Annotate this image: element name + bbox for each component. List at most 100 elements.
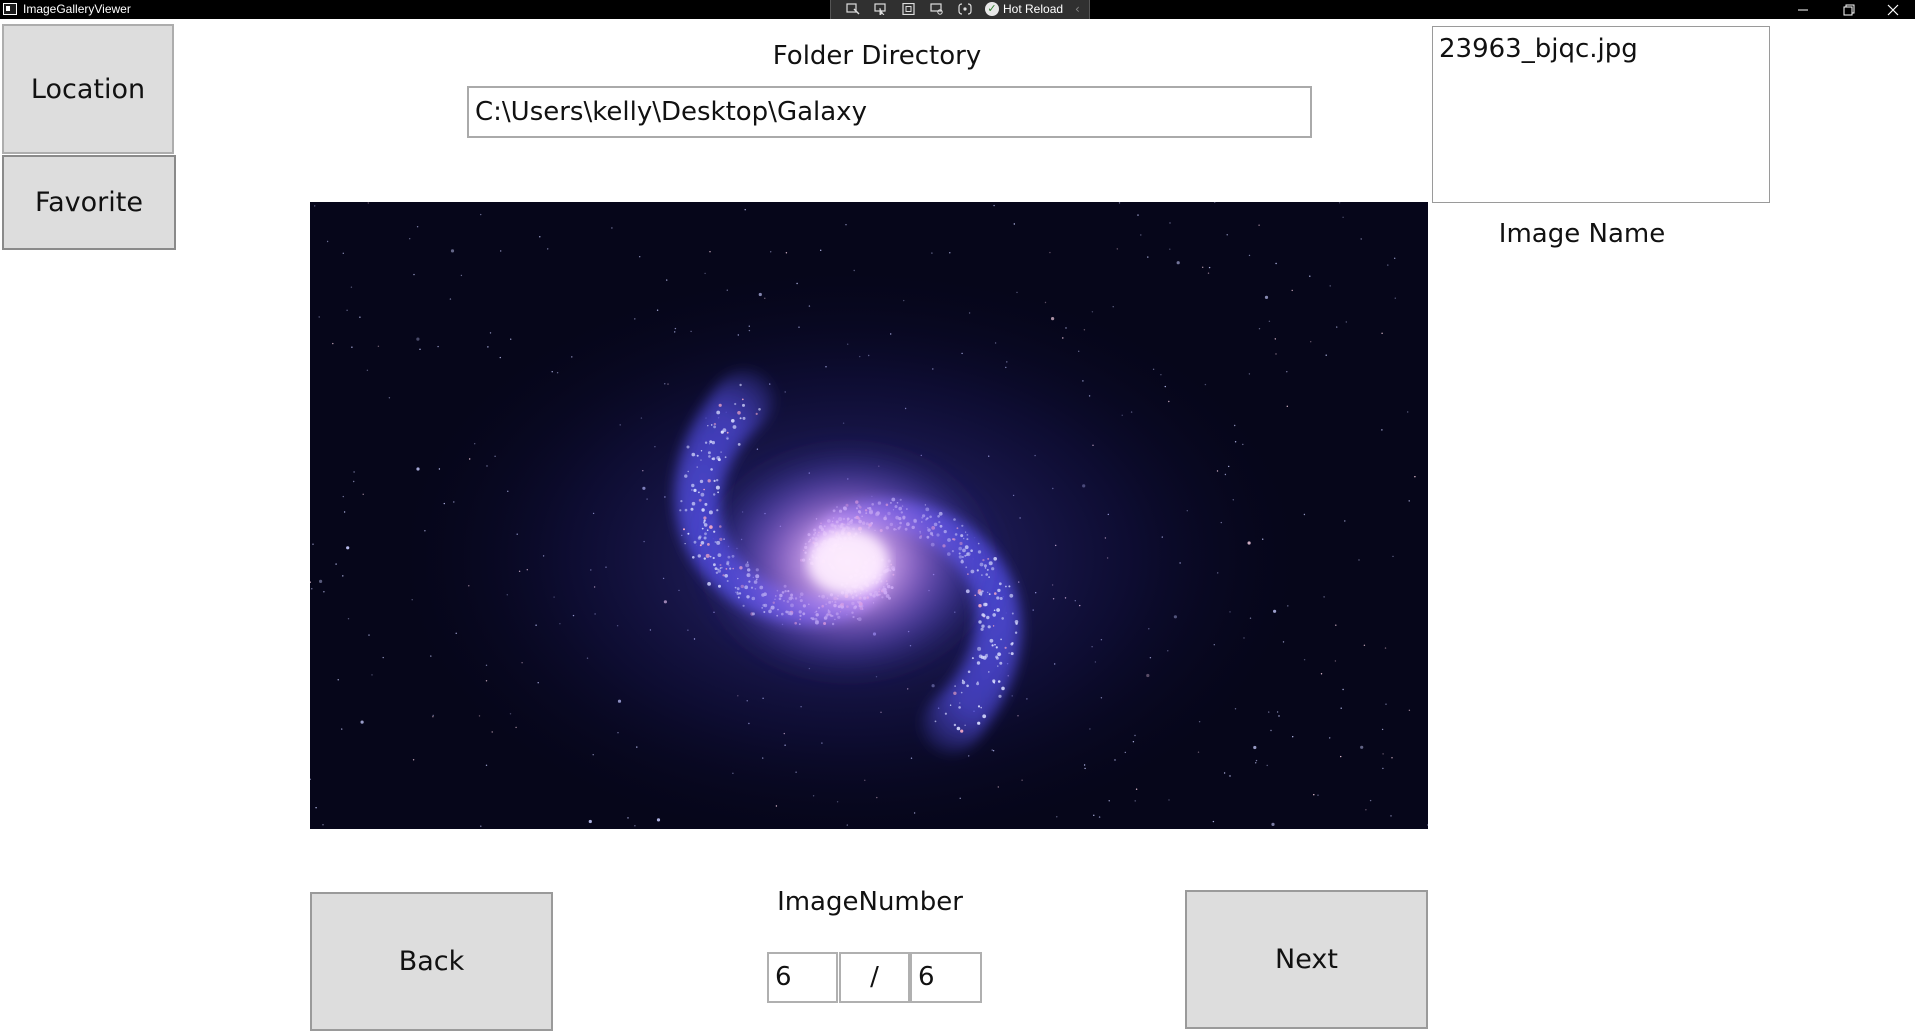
track-focus-icon[interactable] <box>929 2 945 16</box>
image-name-box[interactable]: 23963_bjqc.jpg <box>1432 26 1770 203</box>
arm-star <box>720 430 724 434</box>
galaxy-photo <box>310 202 1428 829</box>
background-star <box>1276 711 1279 713</box>
background-star <box>1098 816 1101 818</box>
arm-star <box>995 646 998 649</box>
arm-star <box>737 411 741 415</box>
background-star <box>1292 736 1294 738</box>
background-star <box>1329 737 1331 739</box>
background-star <box>1338 202 1341 204</box>
background-star <box>480 825 482 827</box>
arm-star <box>704 441 708 444</box>
arm-star <box>679 509 682 512</box>
background-star <box>1408 709 1411 711</box>
arm-star <box>991 644 994 647</box>
background-star <box>359 316 361 318</box>
arm-star <box>989 638 994 643</box>
arm-star <box>700 492 705 497</box>
close-icon[interactable] <box>1873 0 1913 19</box>
hot-reload-label[interactable]: Hot Reload <box>1003 1 1063 18</box>
background-star <box>326 240 329 243</box>
background-star <box>1140 234 1142 236</box>
background-star <box>1335 624 1337 626</box>
back-button[interactable]: Back <box>310 892 553 1031</box>
background-star <box>487 346 489 348</box>
arm-star <box>716 410 721 415</box>
arm-star <box>680 500 683 503</box>
background-star <box>500 250 502 252</box>
background-star <box>1169 248 1171 250</box>
background-star <box>1118 202 1121 204</box>
arm-star <box>993 609 996 612</box>
location-button[interactable]: Location <box>2 24 174 154</box>
current-image-number[interactable]: 6 <box>767 952 838 1003</box>
arm-star <box>934 720 937 723</box>
next-button[interactable]: Next <box>1185 890 1428 1029</box>
favorite-button[interactable]: Favorite <box>2 155 176 250</box>
folder-directory-label: Folder Directory <box>772 41 982 71</box>
background-star <box>949 252 951 254</box>
arm-star <box>726 431 729 434</box>
background-star <box>382 656 384 659</box>
background-star <box>342 575 344 577</box>
arm-star <box>701 527 704 530</box>
select-element-icon[interactable] <box>873 2 889 16</box>
hot-reload-check-icon: ✓ <box>985 2 999 16</box>
background-star <box>449 298 452 300</box>
folder-path-input[interactable] <box>467 86 1312 138</box>
toggle-xaml-binding-icon[interactable] <box>957 2 973 16</box>
arm-star <box>995 655 999 659</box>
arm-star <box>959 702 961 704</box>
background-star <box>1255 762 1257 764</box>
background-star <box>323 591 325 593</box>
background-star <box>1342 216 1344 218</box>
background-star <box>1207 272 1210 274</box>
collapse-toolbar-chevron-icon[interactable]: ‹ <box>1075 1 1080 18</box>
background-star <box>314 205 316 207</box>
arm-star <box>986 615 990 620</box>
arm-star <box>709 440 713 444</box>
background-star <box>1344 520 1346 522</box>
image-name-label: Image Name <box>1498 219 1666 249</box>
background-star <box>1385 703 1387 705</box>
arm-star <box>692 556 695 559</box>
background-star <box>419 348 421 350</box>
background-star <box>1329 285 1331 287</box>
arm-star <box>700 459 702 461</box>
arm-star <box>999 597 1003 600</box>
background-star <box>1360 238 1362 240</box>
background-star <box>416 226 419 228</box>
background-star <box>1268 320 1271 322</box>
background-star <box>1255 759 1258 762</box>
minimize-icon[interactable] <box>1783 0 1823 19</box>
arm-star <box>742 403 745 407</box>
arm-star <box>720 451 722 453</box>
arm-star <box>998 694 1002 698</box>
arm-star <box>693 540 697 544</box>
background-star <box>1049 251 1051 254</box>
background-star <box>510 338 512 340</box>
background-star <box>342 495 344 498</box>
restore-icon[interactable] <box>1829 0 1869 19</box>
background-star <box>371 674 373 676</box>
display-layout-adorners-icon[interactable] <box>901 2 917 16</box>
background-star <box>1313 794 1315 796</box>
background-star <box>1317 794 1319 796</box>
arm-star <box>713 479 716 482</box>
background-star <box>343 511 346 513</box>
arm-star <box>718 403 722 407</box>
background-star <box>1291 289 1293 292</box>
galaxy-nucleus <box>808 530 888 594</box>
total-image-count[interactable]: 6 <box>910 952 982 1003</box>
background-star <box>1358 559 1360 561</box>
background-star <box>820 249 822 251</box>
arm-star <box>1001 686 1005 691</box>
background-star <box>634 825 636 827</box>
arm-star <box>978 620 982 624</box>
arm-star <box>996 596 1000 600</box>
background-star <box>1325 354 1327 356</box>
background-star <box>1391 757 1393 759</box>
background-star <box>709 251 711 253</box>
background-star <box>318 316 320 318</box>
live-visual-tree-icon[interactable] <box>845 2 861 16</box>
